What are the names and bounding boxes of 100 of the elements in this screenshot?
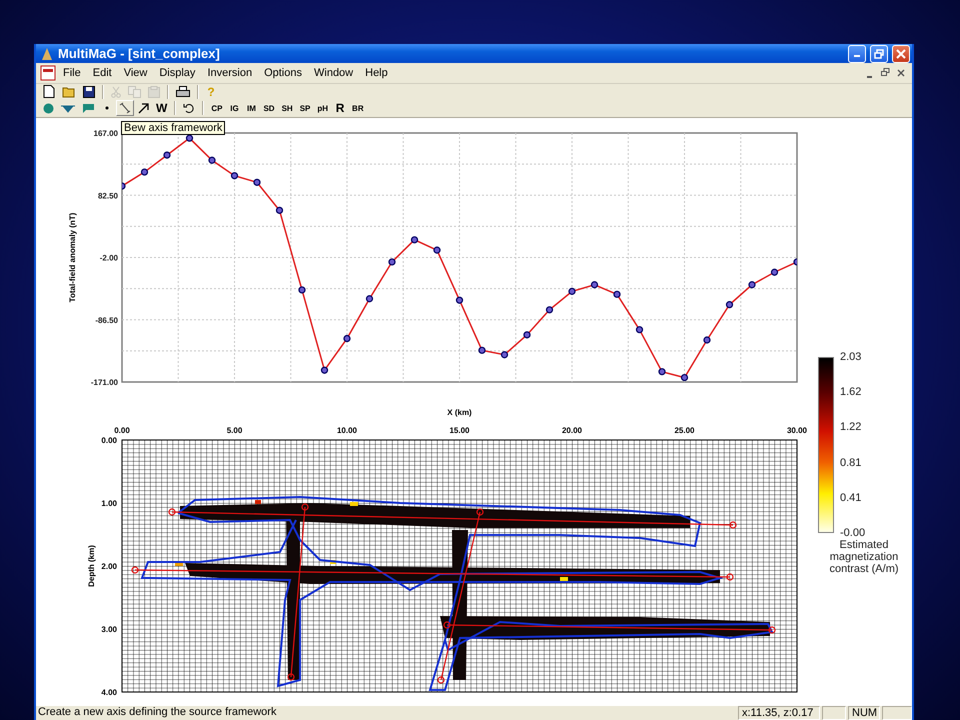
y-tick-label: 3.00: [101, 625, 117, 634]
status-pane: [882, 706, 912, 720]
data-point: [320, 366, 328, 374]
close-icon: [897, 68, 905, 77]
data-point: [208, 156, 216, 164]
color-scale-title: Estimated magnetization contrast (A/m): [828, 539, 900, 575]
x-axis-title: X (km): [447, 408, 472, 417]
menu-item[interactable]: Window: [309, 64, 358, 81]
x-tick-label: 30.00: [786, 426, 808, 435]
undo-icon: [183, 102, 196, 114]
clipboard-icon: [148, 86, 160, 98]
cursor-position: x:11.35, z:0.17: [738, 706, 820, 720]
close-button[interactable]: [892, 44, 910, 63]
data-point: [366, 295, 374, 302]
data-point: [433, 246, 441, 254]
color-scale-label: -0.00: [840, 526, 866, 539]
y-tick-label: 167.00: [94, 129, 118, 138]
color-scale-label: 2.03: [840, 351, 862, 363]
y-tick-label: -171.00: [90, 378, 118, 387]
x-tick-label: 5.00: [226, 426, 242, 435]
menu-item[interactable]: Edit: [88, 64, 117, 81]
data-point: [388, 258, 396, 266]
app-icon: [40, 46, 54, 61]
tool-button[interactable]: R: [332, 100, 348, 116]
flag-icon: [82, 103, 95, 114]
tool-button[interactable]: CP: [208, 100, 226, 116]
x-tick-label: 15.00: [449, 426, 470, 435]
restore-icon: [874, 48, 884, 59]
menu-item[interactable]: View: [118, 64, 152, 81]
data-point: [276, 206, 284, 214]
data-point: [410, 236, 418, 244]
y-tick-label: 4.00: [101, 688, 117, 697]
tool-button[interactable]: IM: [243, 100, 260, 116]
close-icon: [896, 48, 906, 59]
data-point: [590, 281, 598, 288]
data-point: [122, 182, 126, 190]
data-point: [523, 331, 531, 338]
data-point: [343, 334, 351, 342]
y-tick-label: 82.50: [98, 191, 118, 200]
tool-button[interactable]: W: [153, 100, 170, 116]
line-tool-button[interactable]: [116, 100, 134, 116]
data-point: [658, 368, 666, 376]
y-tick-label: 0.00: [101, 436, 117, 445]
status-pane: [822, 706, 846, 720]
data-point: [456, 296, 464, 304]
minimize-icon: [866, 76, 872, 78]
data-point: [230, 172, 238, 180]
tool-button[interactable]: IG: [226, 100, 242, 116]
data-point: [748, 281, 756, 288]
status-message: Create a new axis defining the source framework: [37, 706, 278, 720]
data-point: [726, 301, 734, 308]
window-title: MultiMaG - [sint_complex]: [58, 46, 221, 62]
tool-button[interactable]: BR: [349, 100, 367, 116]
printer-icon: [176, 86, 190, 98]
triangle-icon: [61, 103, 75, 114]
y-tick-label: 1.00: [101, 499, 117, 508]
restore-icon: [880, 68, 890, 78]
tool-button[interactable]: pH: [314, 100, 332, 116]
y-tick-label: 2.00: [101, 562, 117, 571]
data-point: [636, 326, 644, 334]
color-scale-label: 0.41: [840, 492, 862, 504]
data-point: [500, 351, 508, 358]
y-tick-label: -2.00: [100, 254, 118, 262]
data-point: [140, 168, 148, 176]
tooltip: Bew axis framework: [121, 121, 226, 135]
menu-item[interactable]: Options: [259, 64, 307, 81]
data-point: [546, 306, 554, 314]
data-point: [253, 178, 261, 186]
num-lock-indicator: NUM: [848, 706, 880, 720]
save-button[interactable]: [80, 84, 98, 100]
x-tick-label: 0.00: [114, 426, 130, 435]
copy-icon: [128, 86, 141, 98]
color-scale-label: 0.81: [840, 456, 862, 469]
minimize-button[interactable]: [848, 44, 866, 63]
tool-button[interactable]: SD: [260, 100, 278, 116]
document-icon[interactable]: [40, 64, 56, 81]
menu-item[interactable]: Inversion: [202, 64, 258, 81]
maximize-button[interactable]: [870, 44, 888, 63]
data-point: [186, 134, 194, 142]
menu-item[interactable]: Help: [360, 64, 393, 81]
print-button[interactable]: [173, 84, 193, 100]
data-point: [163, 152, 171, 159]
data-point: [680, 374, 688, 382]
data-point: [613, 290, 621, 298]
x-tick-label: 10.00: [336, 426, 358, 435]
menu-item[interactable]: Display: [154, 64, 200, 81]
data-point: [568, 288, 576, 295]
scissors-icon: [111, 86, 121, 98]
color-scale-label: 1.22: [840, 421, 862, 434]
data-point: [770, 268, 778, 276]
dot-icon: [105, 106, 109, 110]
tool-button[interactable]: SH: [278, 100, 296, 116]
line-tool-icon: [119, 102, 131, 114]
data-point: [478, 346, 486, 354]
menu-item[interactable]: File: [58, 64, 86, 81]
y-axis-title: Total-field anomaly (nT): [68, 212, 77, 302]
data-point: [298, 286, 306, 294]
color-scale-label: 1.62: [840, 386, 862, 398]
y-tick-label: -86.50: [95, 316, 118, 325]
tool-button[interactable]: SP: [296, 100, 314, 116]
